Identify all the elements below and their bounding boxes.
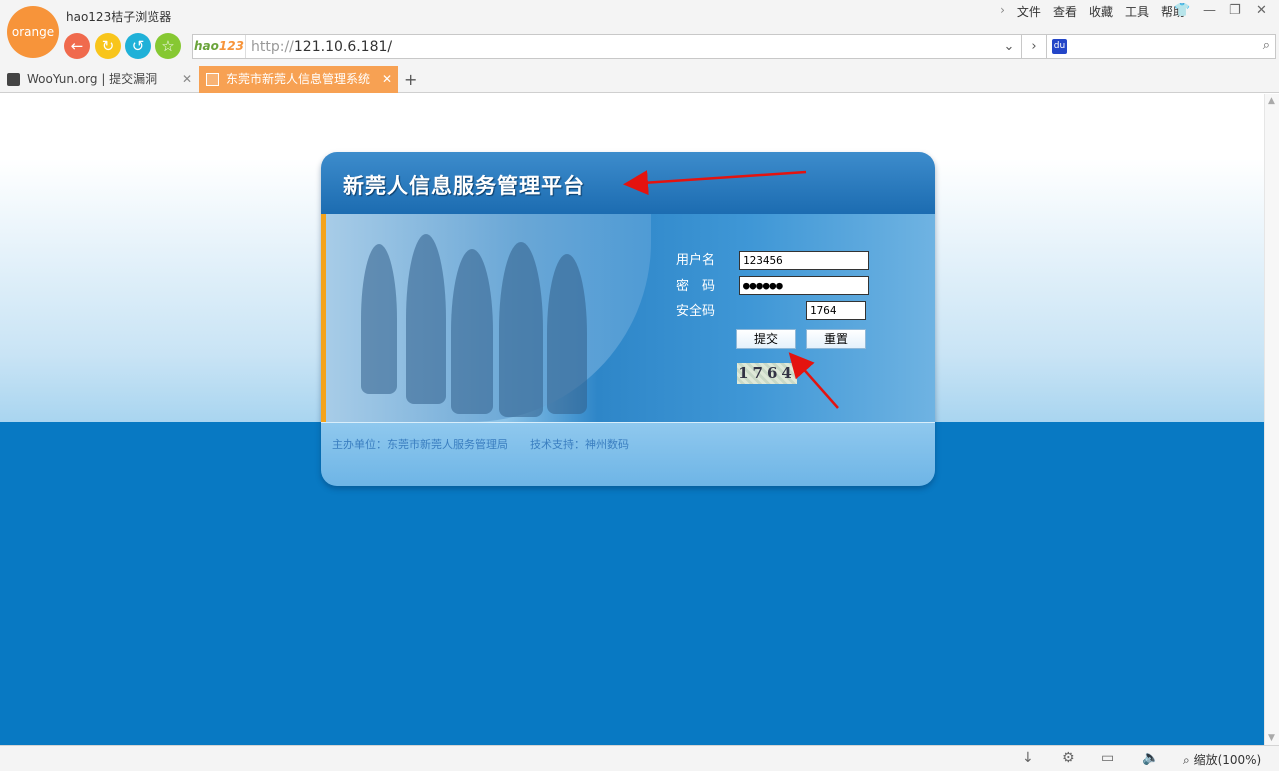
- login-banner: 用户名 123456 密 码 ●●●●●● 安全码 1764 1764 提交 重…: [321, 214, 935, 422]
- url-history-dropdown[interactable]: ⌄: [997, 34, 1022, 59]
- restore-icon[interactable]: ❐: [1229, 3, 1241, 18]
- hao123-logo-number: 123: [218, 39, 244, 53]
- chevron-down-icon: ⌄: [1003, 39, 1015, 54]
- hao123-logo[interactable]: hao123: [193, 35, 246, 58]
- tab-title: 东莞市新莞人信息管理系统: [226, 72, 371, 86]
- undo-icon: ↺: [131, 37, 145, 55]
- tab-wooyun[interactable]: WooYun.org | 提交漏洞 ✕: [0, 66, 198, 93]
- password-input[interactable]: ●●●●●●: [739, 276, 869, 295]
- username-input[interactable]: 123456: [739, 251, 869, 270]
- status-bar: ↓ ⚙ ▭ 🔈 ⌕ 缩放(100%): [0, 745, 1279, 771]
- captcha-input[interactable]: 1764: [806, 301, 866, 320]
- minimize-icon[interactable]: —: [1203, 3, 1216, 18]
- vertical-scrollbar[interactable]: ▲ ▼: [1264, 94, 1279, 745]
- submit-button[interactable]: 提交: [736, 329, 796, 349]
- screen-icon[interactable]: ▭: [1101, 750, 1114, 766]
- username-label: 用户名: [676, 253, 716, 268]
- zoom-control[interactable]: ⌕ 缩放(100%): [1183, 751, 1261, 768]
- password-label: 密 码: [676, 279, 716, 294]
- scroll-up-icon[interactable]: ▲: [1268, 96, 1275, 106]
- back-button[interactable]: ←: [64, 33, 90, 59]
- refresh-icon: ↻: [101, 37, 115, 55]
- star-icon: ☆: [161, 37, 175, 55]
- web-page: 新莞人信息服务管理平台 用户名 123456 密 码 ●●●●●● 安全码 17…: [0, 94, 1264, 745]
- footer-text: 主办单位：东莞市新莞人服务管理局 技术支持：神州数码: [332, 438, 629, 451]
- refresh-button[interactable]: ↻: [95, 33, 121, 59]
- search-box[interactable]: du ⌕: [1047, 34, 1276, 59]
- menu-view[interactable]: 查看: [1053, 3, 1077, 20]
- url-host: 121.10.6.181/: [293, 39, 393, 55]
- tab-close-icon[interactable]: ✕: [182, 66, 192, 92]
- back-arrow-icon: ←: [70, 37, 84, 55]
- login-header: 新莞人信息服务管理平台: [321, 152, 935, 214]
- captcha-label: 安全码: [676, 304, 716, 319]
- reset-button[interactable]: 重置: [806, 329, 866, 349]
- login-footer: 主办单位：东莞市新莞人服务管理局 技术支持：神州数码: [321, 422, 935, 486]
- settings-gear-icon[interactable]: ⚙: [1062, 750, 1075, 766]
- app-title: hao123桔子浏览器: [66, 10, 172, 24]
- favorite-button[interactable]: ☆: [155, 33, 181, 59]
- browser-titlebar: orange hao123桔子浏览器 ← ↻ ↺ ☆ › 文件 查看 收藏 工具…: [0, 0, 1279, 66]
- tab-bar: WooYun.org | 提交漏洞 ✕ 东莞市新莞人信息管理系统 ✕: [0, 66, 1279, 93]
- address-bar[interactable]: hao123 http://121.10.6.181/: [192, 34, 998, 59]
- undo-close-button[interactable]: ↺: [125, 33, 151, 59]
- scroll-down-icon[interactable]: ▼: [1268, 733, 1275, 743]
- download-icon[interactable]: ↓: [1022, 750, 1034, 766]
- wooyun-favicon-icon: [7, 73, 20, 86]
- login-panel: 新莞人信息服务管理平台 用户名 123456 密 码 ●●●●●● 安全码 17…: [321, 152, 935, 486]
- hao123-logo-text: hao: [194, 39, 219, 53]
- close-icon[interactable]: ✕: [1256, 3, 1267, 18]
- menu-file[interactable]: 文件: [1017, 3, 1041, 20]
- menu-expand-icon[interactable]: ›: [1000, 3, 1005, 20]
- tab-login-system[interactable]: 东莞市新莞人信息管理系统 ✕: [199, 66, 398, 93]
- skin-icon[interactable]: 👕: [1174, 3, 1190, 18]
- chevron-right-icon: ›: [1031, 39, 1037, 54]
- captcha-image[interactable]: 1764: [737, 363, 797, 384]
- new-tab-icon[interactable]: +: [404, 70, 417, 89]
- search-icon[interactable]: ⌕: [1263, 38, 1270, 53]
- tab-close-icon[interactable]: ✕: [382, 66, 392, 92]
- crowd-photo: [321, 214, 651, 422]
- main-menu: › 文件 查看 收藏 工具 帮助: [1000, 3, 1185, 20]
- menu-tools[interactable]: 工具: [1125, 3, 1149, 20]
- accent-stripe: [321, 214, 326, 422]
- zoom-label: 缩放(100%): [1193, 753, 1262, 767]
- volume-icon[interactable]: 🔈: [1142, 750, 1159, 766]
- page-favicon-icon: [206, 73, 219, 86]
- menu-favorites[interactable]: 收藏: [1089, 3, 1113, 20]
- baidu-paw-icon[interactable]: du: [1052, 39, 1067, 54]
- zoom-icon: ⌕: [1183, 753, 1190, 767]
- tab-title: WooYun.org | 提交漏洞: [27, 72, 158, 86]
- browser-logo: orange: [7, 6, 59, 58]
- url-text[interactable]: http://121.10.6.181/: [251, 39, 392, 55]
- go-button[interactable]: ›: [1022, 34, 1047, 59]
- url-protocol: http://: [251, 39, 294, 55]
- platform-title: 新莞人信息服务管理平台: [343, 174, 585, 198]
